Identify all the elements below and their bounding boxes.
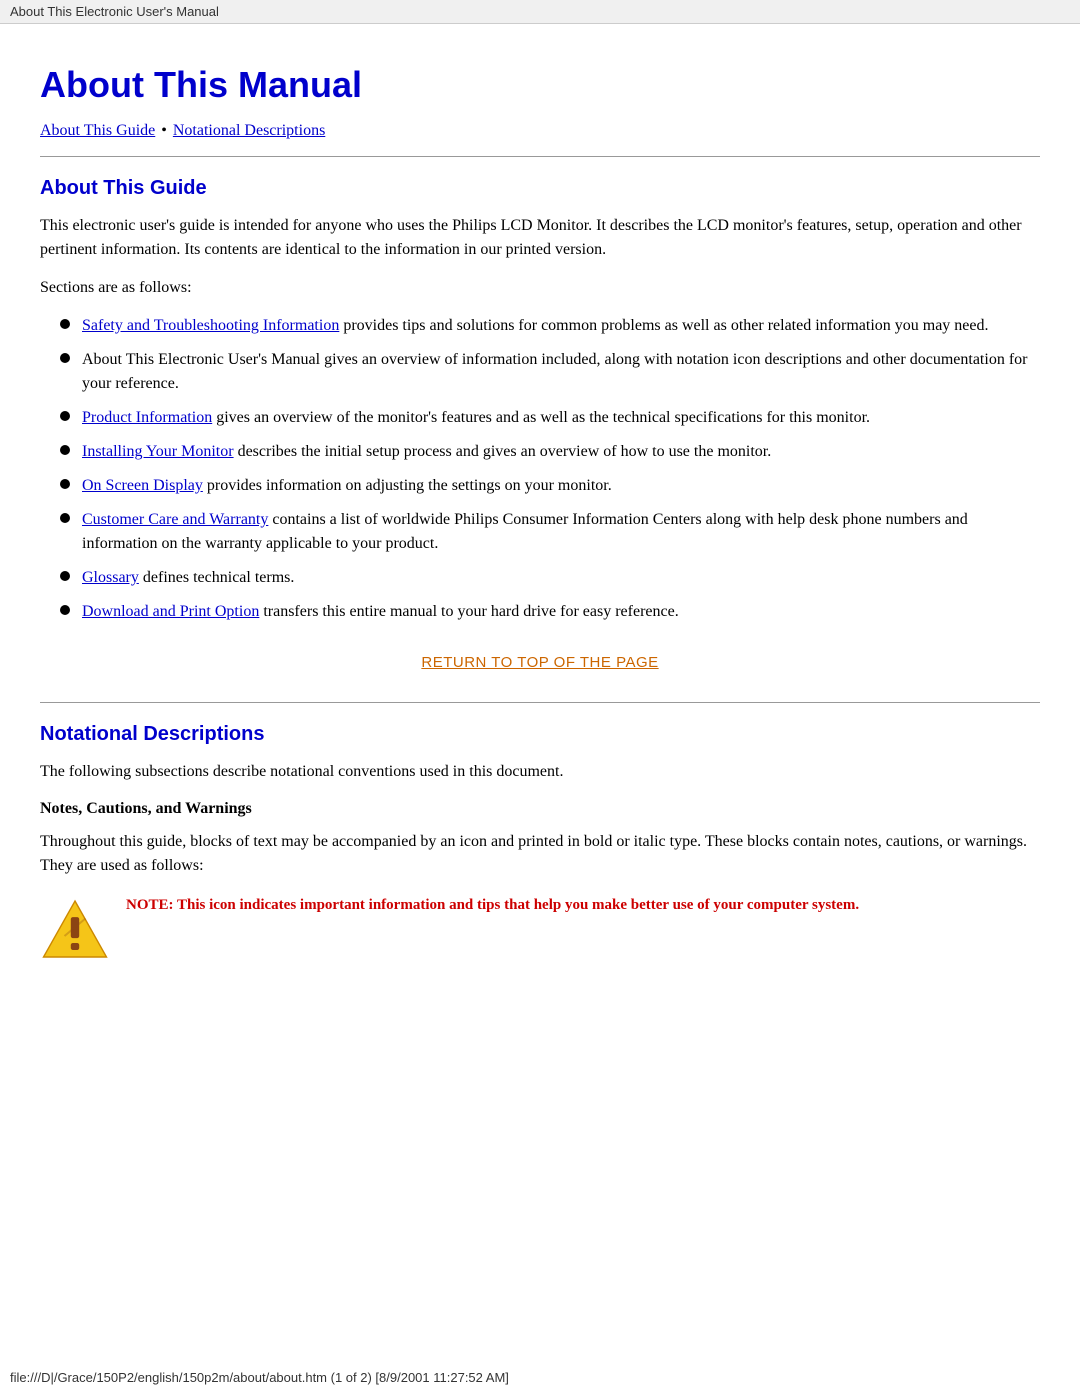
warning-icon-svg xyxy=(40,894,110,964)
bullet-dot xyxy=(60,605,70,615)
bullet-dot xyxy=(60,479,70,489)
browser-title-bar: About This Electronic User's Manual xyxy=(0,0,1080,24)
bullet-dot xyxy=(60,319,70,329)
top-divider xyxy=(40,156,1040,157)
content-wrapper: About This Manual About This Guide • Notat… xyxy=(0,24,1080,1040)
note-text: NOTE: This icon indicates important info… xyxy=(126,894,859,917)
sections-label: Sections are as follows: xyxy=(40,276,1040,300)
list-item: About This Electronic User's Manual give… xyxy=(60,348,1040,396)
list-item: Safety and Troubleshooting Information p… xyxy=(60,314,1040,338)
bullet-dot xyxy=(60,513,70,523)
bullet-dot xyxy=(60,571,70,581)
return-top-link[interactable]: RETURN TO TOP OF THE PAGE xyxy=(421,654,658,671)
list-item: Customer Care and Warranty contains a li… xyxy=(60,508,1040,556)
return-to-top: RETURN TO TOP OF THE PAGE xyxy=(40,654,1040,672)
bullet-dot xyxy=(60,411,70,421)
notational-intro: The following subsections describe notat… xyxy=(40,760,1040,784)
sections-list: Safety and Troubleshooting Information p… xyxy=(60,314,1040,624)
about-guide-intro: This electronic user's guide is intended… xyxy=(40,214,1040,262)
notes-body: Throughout this guide, blocks of text ma… xyxy=(40,830,1040,878)
notational-descriptions-section: Notational Descriptions The following su… xyxy=(40,723,1040,964)
note-box: NOTE: This icon indicates important info… xyxy=(40,894,1040,964)
status-bar-text: file:///D|/Grace/150P2/english/150p2m/ab… xyxy=(10,1370,509,1385)
customer-care-link[interactable]: Customer Care and Warranty xyxy=(82,511,268,528)
bullet-dot xyxy=(60,445,70,455)
nav-link-about-guide[interactable]: About This Guide xyxy=(40,122,155,139)
notes-cautions-heading: Notes, Cautions, and Warnings xyxy=(40,800,1040,818)
product-info-link[interactable]: Product Information xyxy=(82,409,212,426)
list-item: Installing Your Monitor describes the in… xyxy=(60,440,1040,464)
list-item: On Screen Display provides information o… xyxy=(60,474,1040,498)
safety-link[interactable]: Safety and Troubleshooting Information xyxy=(82,317,339,334)
download-link[interactable]: Download and Print Option xyxy=(82,603,259,620)
list-item: Download and Print Option transfers this… xyxy=(60,600,1040,624)
nav-links: About This Guide • Notational Descriptions xyxy=(40,122,1040,140)
page-title: About This Manual xyxy=(40,64,1040,106)
osd-link[interactable]: On Screen Display xyxy=(82,477,203,494)
status-bar: file:///D|/Grace/150P2/english/150p2m/ab… xyxy=(0,1366,1080,1389)
list-item-text: About This Electronic User's Manual give… xyxy=(82,348,1040,396)
glossary-link[interactable]: Glossary xyxy=(82,569,139,586)
list-item: Glossary defines technical terms. xyxy=(60,566,1040,590)
bullet-dot xyxy=(60,353,70,363)
middle-divider xyxy=(40,702,1040,703)
notational-title: Notational Descriptions xyxy=(40,723,1040,746)
browser-title: About This Electronic User's Manual xyxy=(10,4,219,19)
nav-separator: • xyxy=(161,122,167,139)
list-item: Product Information gives an overview of… xyxy=(60,406,1040,430)
installing-monitor-link[interactable]: Installing Your Monitor xyxy=(82,443,234,460)
nav-link-notational[interactable]: Notational Descriptions xyxy=(173,122,325,139)
about-guide-title: About This Guide xyxy=(40,177,1040,200)
about-this-guide-section: About This Guide This electronic user's … xyxy=(40,177,1040,672)
warning-triangle-icon xyxy=(40,894,110,964)
